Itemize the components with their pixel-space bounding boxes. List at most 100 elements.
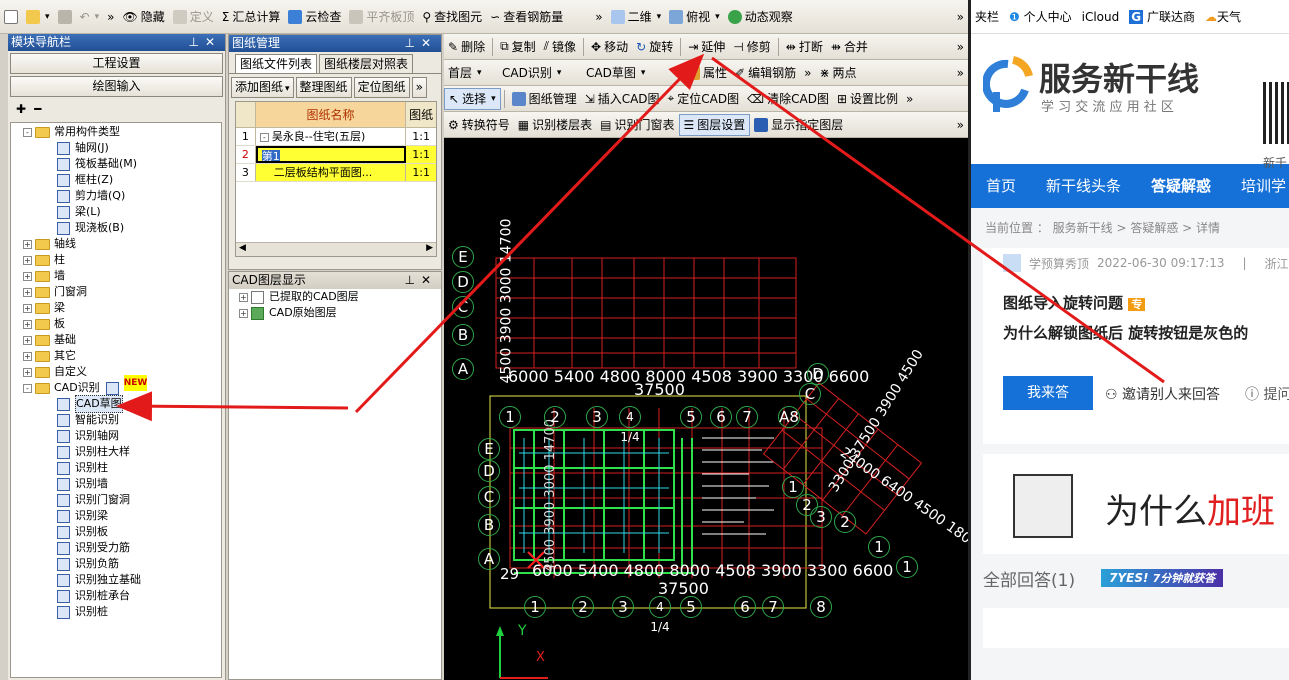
tree-item[interactable]: 梁(L) <box>11 204 221 220</box>
show-layer-button[interactable]: 显示指定图层 <box>750 114 847 136</box>
tab-floor-map[interactable]: 图纸楼层对照表 <box>319 54 414 73</box>
tree-item[interactable]: 识别受力筋 <box>11 540 221 556</box>
select-button[interactable]: ↖ 选择 ▾ <box>444 87 501 110</box>
author-name[interactable]: 学预算秀顶 <box>1029 255 1089 272</box>
collapse-icon[interactable]: - <box>23 127 32 137</box>
tree-item[interactable]: 识别桩承台 <box>11 588 221 604</box>
tree-item[interactable]: 识别柱 <box>11 460 221 476</box>
tree-item[interactable]: - 常用构件类型 <box>11 124 221 140</box>
more-chevron-icon-2[interactable]: » <box>953 62 968 84</box>
avatar[interactable] <box>1003 254 1021 272</box>
organize-drawing-button[interactable]: 整理图纸 <box>295 77 352 98</box>
layer-item-original[interactable]: + CAD原始图层 <box>229 305 441 321</box>
cad-recog-select[interactable]: CAD识别 ▾ <box>498 62 582 84</box>
cad-sketch-select[interactable]: CAD草图 ▾ <box>582 62 682 84</box>
h-scrollbar[interactable]: ◀ ▶ <box>236 242 436 256</box>
tree-item[interactable]: 识别墙 <box>11 476 221 492</box>
dynamic-view-button[interactable]: 动态观察 <box>724 6 797 28</box>
tree-item[interactable]: 识别负筋 <box>11 556 221 572</box>
nav-item[interactable]: 答疑解惑 <box>1136 164 1226 208</box>
locate-cad-button[interactable]: ⌖ 定位CAD图 <box>664 88 744 110</box>
expand-all-icon[interactable]: ✚ <box>16 102 26 116</box>
ad-banner[interactable]: 为什么加班 <box>983 454 1289 554</box>
table-row[interactable]: 3 二层板结构平面图... 1:1 <box>236 164 436 182</box>
delete-button[interactable]: ✎ 删除 <box>444 36 489 58</box>
site-logo-icon[interactable] <box>981 54 1033 114</box>
locate-drawing-button[interactable]: 定位图纸 <box>353 77 410 98</box>
tree-item[interactable]: + 板 <box>11 316 221 332</box>
tree-item[interactable]: 现浇板(B) <box>11 220 221 236</box>
cad-canvas[interactable]: 6000 5400 4800 8000 4508 3900 3300 6600 … <box>444 138 968 680</box>
summary-button[interactable]: Σ 汇总计算 <box>218 6 285 28</box>
expand-icon[interactable]: + <box>23 351 32 361</box>
tree-item[interactable]: 轴网(J) <box>11 140 221 156</box>
pin-close-icons[interactable]: ⊥✕ <box>404 35 441 52</box>
tree-item[interactable]: + 基础 <box>11 332 221 348</box>
table-row[interactable]: 1- 吴永良--住宅(五层) 1:1 <box>236 128 436 146</box>
expand-icon[interactable]: + <box>23 367 32 377</box>
recog-floor-button[interactable]: ▦ 识别楼层表 <box>514 114 596 136</box>
tree-item[interactable]: - CAD识别 NEW <box>11 375 221 396</box>
more-chevron-icon-2[interactable]: » <box>591 6 606 28</box>
insert-cad-button[interactable]: ⇲ 插入CAD图 <box>581 88 664 110</box>
tree-item[interactable]: 识别独立基础 <box>11 572 221 588</box>
tree-item[interactable]: + 梁 <box>11 300 221 316</box>
tree-item[interactable]: + 墙 <box>11 268 221 284</box>
tree-item[interactable]: 识别柱大样 <box>11 444 221 460</box>
expand-icon[interactable]: + <box>23 319 32 329</box>
undo-icon[interactable]: ↶ ▾ <box>76 6 104 28</box>
expand-icon[interactable]: + <box>23 271 32 281</box>
expand-icon[interactable]: + <box>23 255 32 265</box>
add-drawing-button[interactable]: 添加图纸 ▾ <box>231 77 294 98</box>
tree-item[interactable]: 识别门窗洞 <box>11 492 221 508</box>
bookmark-personal[interactable]: ❶ 个人中心 <box>1009 8 1072 25</box>
scroll-right-icon[interactable]: ▶ <box>426 243 433 256</box>
define-button[interactable]: 定义 <box>169 6 218 28</box>
nav-item[interactable]: 首页 <box>971 164 1031 208</box>
bookmark-weather[interactable]: ☁天气 <box>1205 8 1241 25</box>
tree-item[interactable]: + 自定义 <box>11 364 221 380</box>
tree-item[interactable]: CAD草图 <box>11 395 221 413</box>
tree-item[interactable]: 识别轴网 <box>11 428 221 444</box>
view2d-dropdown[interactable]: 二维 ▾ <box>607 6 666 28</box>
copy-button[interactable]: ⧉ 复制 <box>496 36 540 58</box>
pin-close-icons[interactable]: ⊥✕ <box>188 34 225 51</box>
set-scale-button[interactable]: ⊞ 设置比例 <box>833 88 902 110</box>
tree-item[interactable]: 筏板基础(M) <box>11 156 221 172</box>
find-button[interactable]: ⚲ 查找图元 <box>418 6 486 28</box>
tree-item[interactable]: + 柱 <box>11 252 221 268</box>
open-icon[interactable]: ▾ <box>22 6 54 28</box>
tree-item[interactable]: 识别梁 <box>11 508 221 524</box>
bookmark-glodon[interactable]: G 广联达商 <box>1129 8 1195 25</box>
invite-button[interactable]: ⚇ 邀请别人来回答 <box>1105 384 1220 404</box>
hide-button[interactable]: 👁 隐藏 <box>118 6 168 28</box>
save-icon[interactable] <box>54 6 76 28</box>
checkbox-icon[interactable] <box>251 306 264 320</box>
more-chevron-icon[interactable]: » <box>902 88 917 110</box>
tree-item[interactable]: 剪力墙(Q) <box>11 188 221 204</box>
break-button[interactable]: ⇹ 打断 <box>782 36 827 58</box>
more-chevron-icon[interactable]: » <box>800 62 815 84</box>
expand-icon[interactable]: + <box>239 308 248 318</box>
clear-cad-button[interactable]: ⌫ 清除CAD图 <box>743 88 833 110</box>
topview-dropdown[interactable]: 俯视 ▾ <box>665 6 724 28</box>
tree-item[interactable]: 识别桩 <box>11 604 221 620</box>
floor-select[interactable]: 首层 ▾ <box>444 62 498 84</box>
new-icon[interactable] <box>0 6 22 28</box>
pin-close-icons[interactable]: ⊥✕ <box>404 272 441 289</box>
tab-drawing-list[interactable]: 图纸文件列表 <box>235 54 318 73</box>
tree-item[interactable]: + 轴线 <box>11 236 221 252</box>
recog-door-button[interactable]: ▤ 识别门窗表 <box>596 114 678 136</box>
mirror-button[interactable]: ⫽ 镜像 <box>540 36 580 58</box>
checkbox-icon[interactable] <box>251 290 264 304</box>
expand-icon[interactable]: + <box>239 292 248 302</box>
cloud-check-button[interactable]: 云检查 <box>284 6 345 28</box>
bookmark-icloud[interactable]: iCloud <box>1082 10 1120 24</box>
extend-button[interactable]: ⇥ 延伸 <box>684 36 729 58</box>
expand-icon[interactable]: + <box>23 287 32 297</box>
rotate-button[interactable]: ↻ 旋转 <box>632 36 677 58</box>
table-row[interactable]: 2 第1 1:1 <box>236 146 436 164</box>
tree-item[interactable]: 智能识别 <box>11 412 221 428</box>
drawing-input-button[interactable]: 绘图输入 <box>10 76 223 97</box>
drawing-name-cell[interactable]: 二层板结构平面图... <box>255 164 407 181</box>
